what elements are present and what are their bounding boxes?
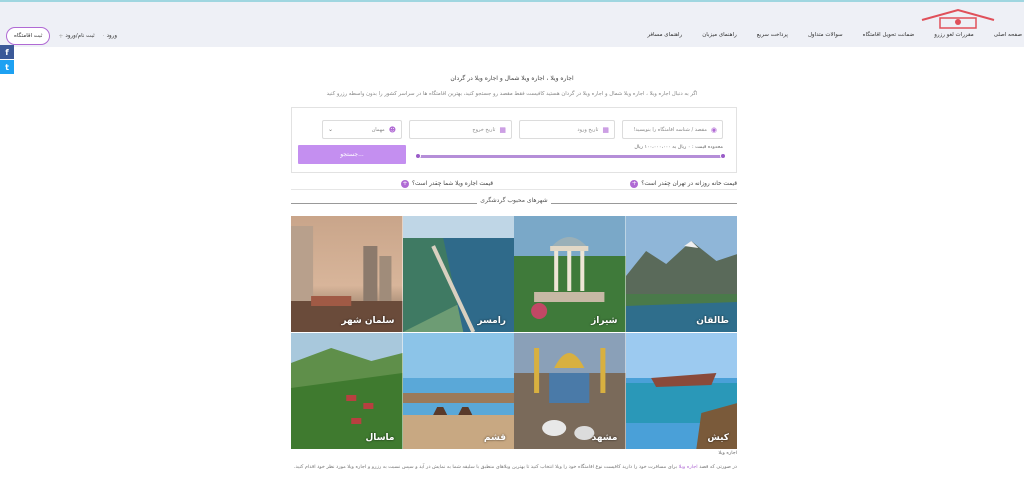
city-card-kish[interactable]: کیش xyxy=(625,333,737,449)
nav-guest-guide[interactable]: راهنمای مسافر xyxy=(637,32,692,44)
city-name: طالقان xyxy=(696,316,729,326)
city-photo xyxy=(402,333,514,449)
auth-area: ثبت اقامتگاه + ثبت نام/ورود · ورود xyxy=(6,27,117,45)
facebook-icon[interactable]: f xyxy=(0,45,14,59)
intro-title: اجاره ویلا ، اجاره ویلا شمال و اجاره ویل… xyxy=(450,75,574,82)
destination-placeholder: مقصد / شناسه اقامتگاه را بنویسید! xyxy=(633,126,707,133)
plus-icon: + xyxy=(630,179,639,188)
city-photo xyxy=(291,333,403,449)
nav-faq[interactable]: سوالات متداول xyxy=(798,32,853,44)
nav-delivery-guarantee[interactable]: ضمانت تحویل اقامتگاه xyxy=(853,32,925,44)
city-photo xyxy=(291,216,403,332)
site-header: صفحه اصلی مقررات لغو رزرو ضمانت تحویل اق… xyxy=(0,2,1024,47)
divider xyxy=(291,189,737,190)
login-link[interactable]: · ورود xyxy=(103,33,117,40)
faq-question: قیمت خانه روزانه در تهران چقدر است؟ xyxy=(641,180,737,187)
image-caption: اجاره ویلا xyxy=(718,451,737,456)
price-slider[interactable] xyxy=(415,153,726,159)
checkout-field[interactable]: ▦ تاریخ خروج xyxy=(409,120,512,139)
city-card-masal[interactable]: ماسال xyxy=(291,333,403,449)
city-photo xyxy=(514,333,626,449)
nav-host-guide[interactable]: راهنمای میزبان xyxy=(692,32,747,44)
social-bar: f t xyxy=(0,45,14,74)
faq-question: قیمت اجاره ویلا شما چقدر است؟ xyxy=(411,180,493,187)
site-logo[interactable] xyxy=(920,8,996,30)
register-property-button[interactable]: ثبت اقامتگاه xyxy=(6,27,51,45)
checkin-placeholder: تاریخ ورود xyxy=(577,126,599,133)
signup-link[interactable]: + ثبت نام/ورود xyxy=(58,33,94,40)
plus-icon: + xyxy=(58,32,64,40)
city-name: کیش xyxy=(707,433,729,443)
intro-subtitle: اگر به دنبال اجاره ویلا ، اجاره ویلا شما… xyxy=(326,91,698,97)
plus-icon: + xyxy=(400,179,409,188)
paragraph-text: در صورتی که قصد xyxy=(697,464,737,470)
signup-label: ثبت نام/ورود xyxy=(65,33,95,39)
main-nav: صفحه اصلی مقررات لغو رزرو ضمانت تحویل اق… xyxy=(637,32,1022,44)
calendar-icon: ▦ xyxy=(499,125,506,134)
city-name: مشهد xyxy=(591,433,618,443)
nav-cancellation-rules[interactable]: مقررات لغو رزرو xyxy=(924,32,983,44)
paragraph-text: برای مسافرت خود را دارید کافیست نوع اقام… xyxy=(293,464,679,470)
twitter-icon[interactable]: t xyxy=(0,60,14,74)
faq-item-tehran[interactable]: قیمت خانه روزانه در تهران چقدر است؟ + xyxy=(630,178,737,189)
city-card-qeshm[interactable]: قشم xyxy=(402,333,514,449)
guests-select[interactable]: ☻ مهمان ⌄ xyxy=(322,120,402,139)
search-box: ◉ مقصد / شناسه اقامتگاه را بنویسید! ▦ تا… xyxy=(291,107,737,173)
villa-rent-link[interactable]: اجاره ویلا xyxy=(679,464,698,470)
city-name: سلمان شهر xyxy=(341,316,395,326)
chevron-down-icon: ⌄ xyxy=(328,126,334,133)
faq-item-villa-price[interactable]: قیمت اجاره ویلا شما چقدر است؟ + xyxy=(400,178,493,189)
city-name: شیراز xyxy=(591,316,618,326)
nav-quick-payment[interactable]: پرداخت سریع xyxy=(747,32,798,44)
slider-handle-min[interactable] xyxy=(415,153,421,159)
popular-cities-grid: سلمان شهر رامسر شیراز طالقان ماسال قشم م… xyxy=(291,216,737,449)
checkin-field[interactable]: ▦ تاریخ ورود xyxy=(519,120,615,139)
city-name: رامسر xyxy=(477,316,506,326)
nav-home[interactable]: صفحه اصلی xyxy=(984,32,1022,44)
guests-placeholder: مهمان xyxy=(371,126,385,133)
section-header: شهرهای محبوب گردشگری xyxy=(291,197,737,209)
city-card-ramsar[interactable]: رامسر xyxy=(402,216,514,332)
login-label: ورود xyxy=(106,33,117,39)
section-title: شهرهای محبوب گردشگری xyxy=(480,197,548,204)
city-card-mashhad[interactable]: مشهد xyxy=(514,333,626,449)
search-button[interactable]: جستجو... xyxy=(298,145,406,164)
user-icon: · xyxy=(102,32,105,40)
price-range-label: محدوده قیمت : ۰ ریال به ۱۰۰،۰۰۰،۰۰۰ ریال xyxy=(634,145,723,150)
city-photo xyxy=(625,333,737,449)
slider-handle-max[interactable] xyxy=(720,153,726,159)
city-name: ماسال xyxy=(365,433,395,443)
city-photo xyxy=(402,216,514,332)
city-card-salmanshahr[interactable]: سلمان شهر xyxy=(291,216,403,332)
city-card-taleghan[interactable]: طالقان xyxy=(625,216,737,332)
footer-paragraph: در صورتی که قصد اجاره ویلا برای مسافرت خ… xyxy=(291,463,737,471)
city-name: قشم xyxy=(483,433,506,443)
destination-field[interactable]: ◉ مقصد / شناسه اقامتگاه را بنویسید! xyxy=(622,120,723,139)
calendar-icon: ▦ xyxy=(602,125,609,134)
city-photo xyxy=(625,216,737,332)
user-icon: ☻ xyxy=(388,125,396,134)
checkout-placeholder: تاریخ خروج xyxy=(472,126,496,133)
city-photo xyxy=(514,216,626,332)
city-card-shiraz[interactable]: شیراز xyxy=(514,216,626,332)
location-pin-icon: ◉ xyxy=(710,125,717,134)
